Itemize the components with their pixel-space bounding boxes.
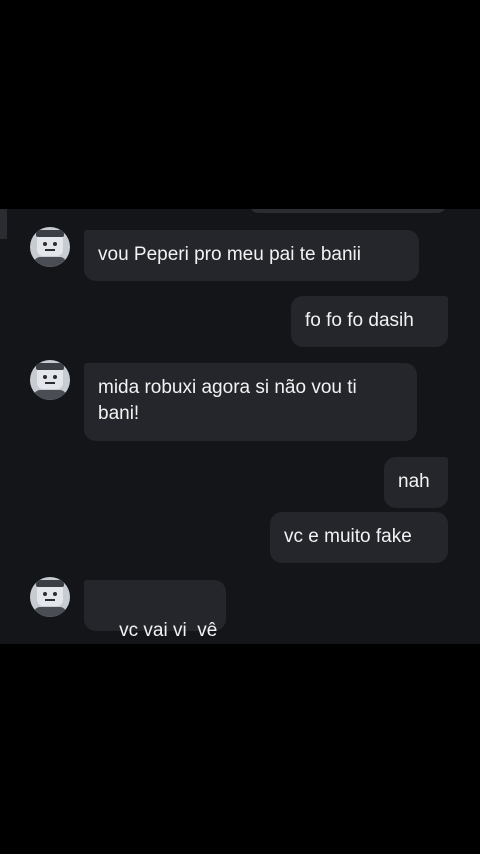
chat-panel: vou Peperi pro meu pai te banii fo fo fo…: [0, 209, 480, 644]
avatar-icon[interactable]: [30, 360, 70, 400]
message-text: mida robuxi agora si não vou ti bani!: [98, 377, 357, 424]
message-bubble-incoming[interactable]: vou Peperi pro meu pai te banii: [84, 230, 419, 281]
message-text: vc vai vi vê: [119, 620, 218, 641]
panel-edge: [0, 209, 7, 239]
message-bubble-outgoing[interactable]: fo fo fo dasih: [291, 296, 448, 347]
message-text: nah: [398, 471, 430, 492]
previous-message-bubble: [250, 209, 446, 213]
message-bubble-outgoing[interactable]: nah: [384, 457, 448, 508]
message-text: vou Peperi pro meu pai te banii: [98, 244, 361, 265]
message-text: fo fo fo dasih: [305, 310, 414, 331]
message-text: vc e muito fake: [284, 526, 412, 547]
message-bubble-incoming[interactable]: vc vai vi vê: [84, 580, 226, 641]
avatar-icon[interactable]: [30, 577, 70, 617]
message-bubble-incoming[interactable]: mida robuxi agora si não vou ti bani!: [84, 363, 417, 441]
avatar-icon[interactable]: [30, 227, 70, 267]
message-bubble-outgoing[interactable]: vc e muito fake: [270, 512, 448, 563]
